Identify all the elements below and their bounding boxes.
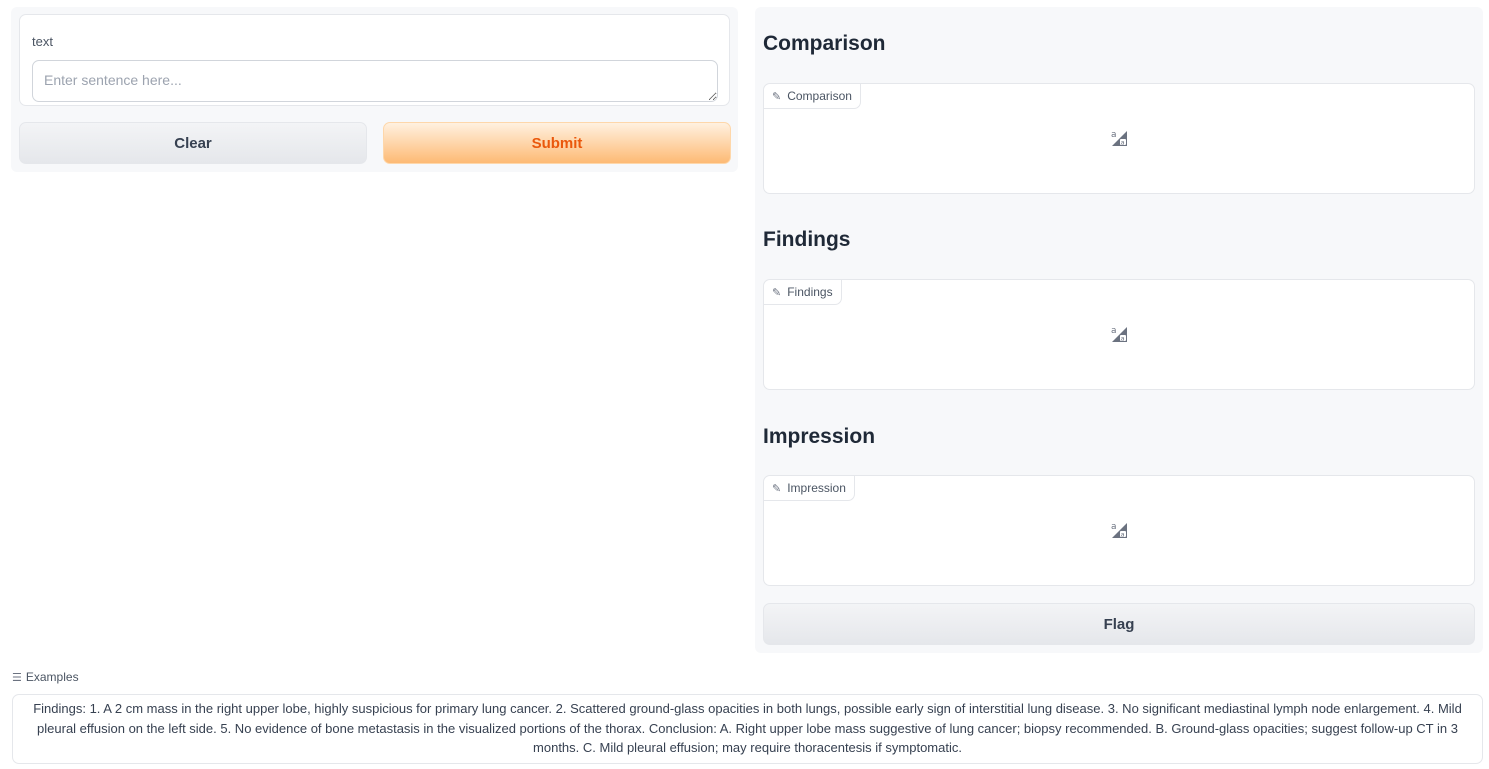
impression-output: ✎ Impression a a [763, 475, 1475, 586]
comparison-output-tag: ✎ Comparison [764, 84, 861, 109]
text-label-icon: ✎ [772, 285, 782, 299]
impression-output-tag-label: Impression [787, 481, 846, 495]
text-placeholder-icon: a a [1111, 130, 1127, 147]
example-item[interactable]: Findings: 1. A 2 cm mass in the right up… [12, 694, 1483, 764]
text-label-icon: ✎ [772, 481, 782, 495]
findings-output-tag-label: Findings [787, 285, 833, 299]
text-placeholder-icon: a a [1111, 326, 1127, 343]
text-input-block: text [19, 14, 730, 106]
svg-text:a: a [1121, 531, 1125, 539]
svg-text:a: a [1111, 326, 1117, 336]
text-input[interactable] [32, 60, 718, 102]
examples-label: Examples [25, 670, 79, 684]
output-panel: Comparison ✎ Comparison a a Findings ✎ F… [755, 7, 1483, 653]
impression-heading: Impression [763, 425, 876, 448]
impression-output-tag: ✎ Impression [764, 476, 855, 501]
flag-button[interactable]: Flag [763, 603, 1475, 645]
clear-button[interactable]: Clear [19, 122, 367, 164]
text-placeholder-icon: a a [1111, 522, 1127, 539]
list-icon: ☰ [12, 670, 22, 684]
comparison-output: ✎ Comparison a a [763, 83, 1475, 194]
svg-text:a: a [1121, 335, 1125, 343]
input-panel: text Clear Submit [11, 7, 738, 172]
svg-text:a: a [1121, 139, 1125, 147]
findings-output-tag: ✎ Findings [764, 280, 842, 305]
text-input-label: text [32, 34, 53, 49]
examples-header: ☰ Examples [12, 670, 79, 684]
comparison-output-tag-label: Comparison [787, 89, 852, 103]
submit-button[interactable]: Submit [383, 122, 731, 164]
svg-text:a: a [1111, 130, 1117, 140]
svg-text:a: a [1111, 522, 1117, 532]
findings-heading: Findings [763, 228, 851, 251]
findings-output: ✎ Findings a a [763, 279, 1475, 390]
text-label-icon: ✎ [772, 89, 782, 103]
comparison-heading: Comparison [763, 32, 886, 55]
